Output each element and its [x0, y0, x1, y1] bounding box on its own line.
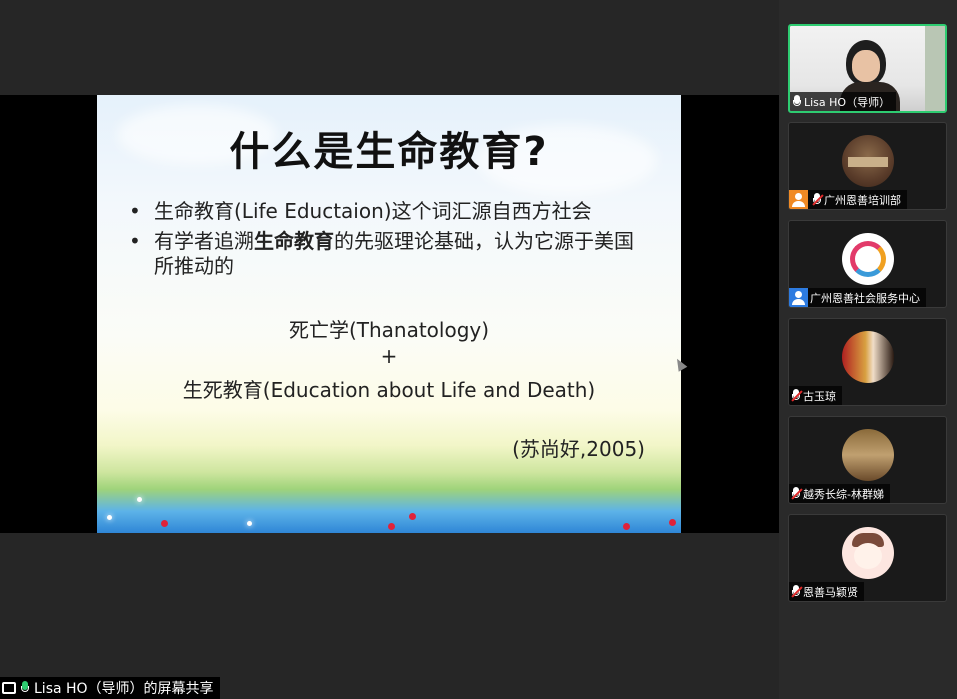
flower-decoration: [161, 520, 168, 527]
participant-name: Lisa HO（导师）: [804, 95, 891, 109]
participant-name-tag: 广州恩善社会服务中心: [789, 288, 926, 307]
plant-background: [925, 26, 945, 111]
avatar-table: [848, 157, 888, 167]
participant-name: 越秀长综-林群娣: [803, 487, 884, 501]
participant-tile-training-dept[interactable]: 广州恩善培训部: [788, 122, 947, 210]
slide-line-life-death: 生死教育(Education about Life and Death): [182, 378, 596, 402]
participant-name-tag: 越秀长综-林群娣: [789, 484, 890, 503]
avatar-face: [854, 543, 882, 569]
person-face: [852, 50, 880, 82]
microphone-muted-icon: [789, 582, 803, 601]
participant-name: 广州恩善培训部: [824, 193, 901, 207]
slide-bullet: • 有学者追溯生命教育的先驱理论基础，认为它源于美国所推动的: [129, 229, 669, 289]
microphone-muted-icon: [789, 484, 803, 503]
participant-name-tag: 古玉琼: [789, 386, 842, 405]
avatar: [842, 527, 894, 579]
slide-line-plus: +: [380, 344, 398, 368]
bullet-text-part: 有学者追溯: [154, 229, 254, 253]
avatar: [842, 331, 894, 383]
flower-decoration: [669, 519, 676, 526]
screen-share-area: 什么是生命教育? • 生命教育(Life Eductaion)这个词汇源自西方社…: [0, 0, 779, 699]
participant-tile-gu-yuqiong[interactable]: 古玉琼: [788, 318, 947, 406]
flower-decoration: [388, 523, 395, 530]
avatar: [842, 233, 894, 285]
bullet-text: 有学者追溯生命教育的先驱理论基础，认为它源于美国所推动的: [154, 229, 634, 279]
avatar: [842, 429, 894, 481]
avatar: [842, 135, 894, 187]
participant-tile-lin-qundi[interactable]: 越秀长综-林群娣: [788, 416, 947, 504]
meeting-window: 什么是生命教育? • 生命教育(Life Eductaion)这个词汇源自西方社…: [0, 0, 957, 699]
sparkle-decoration: [107, 515, 112, 520]
microphone-muted-icon: [789, 386, 803, 405]
share-screen-icon: [2, 682, 16, 694]
slide-line-thanatology: 死亡学(Thanatology): [288, 318, 490, 342]
bullet-text: 生命教育(Life Eductaion)这个词汇源自西方社会: [154, 199, 592, 223]
host-badge-icon: [789, 190, 808, 209]
share-label-text: Lisa HO（导师）的屏幕共享: [34, 681, 214, 697]
participant-name-tag: 恩善马颖贤: [789, 582, 864, 601]
slide-citation: (苏尚好,2005): [512, 437, 645, 461]
participant-sidebar[interactable]: Lisa HO（导师） 广州恩善培训部 广州恩善社会服务中心 古玉琼 越秀长综-…: [779, 0, 957, 699]
bullet-text-emphasis: 生命教育: [254, 229, 334, 253]
participant-name-tag: Lisa HO（导师）: [790, 92, 897, 111]
presentation-slide: 什么是生命教育? • 生命教育(Life Eductaion)这个词汇源自西方社…: [97, 95, 681, 533]
microphone-icon: [19, 680, 31, 696]
participant-name-tag: 广州恩善培训部: [789, 190, 907, 209]
participant-tile-service-center[interactable]: 广州恩善社会服务中心: [788, 220, 947, 308]
sparkle-decoration: [247, 521, 252, 526]
participant-tile-ma-yingxian[interactable]: 恩善马颖贤: [788, 514, 947, 602]
participant-tile-lisa-ho[interactable]: Lisa HO（导师）: [788, 24, 947, 113]
organization-logo: [850, 241, 886, 277]
flower-decoration: [623, 523, 630, 530]
screen-share-label[interactable]: Lisa HO（导师）的屏幕共享: [0, 677, 220, 699]
slide-bullet: • 生命教育(Life Eductaion)这个词汇源自西方社会: [129, 199, 669, 229]
bullet-dot: •: [129, 229, 141, 253]
participant-name: 恩善马颖贤: [803, 585, 858, 599]
bullet-dot: •: [129, 199, 141, 223]
slide-title: 什么是生命教育?: [229, 129, 549, 175]
microphone-icon: [790, 92, 804, 111]
participant-name: 广州恩善社会服务中心: [810, 291, 920, 305]
user-badge-icon: [789, 288, 808, 307]
flower-decoration: [409, 513, 416, 520]
sparkle-decoration: [137, 497, 142, 502]
microphone-muted-icon: [810, 190, 824, 209]
participant-name: 古玉琼: [803, 389, 836, 403]
